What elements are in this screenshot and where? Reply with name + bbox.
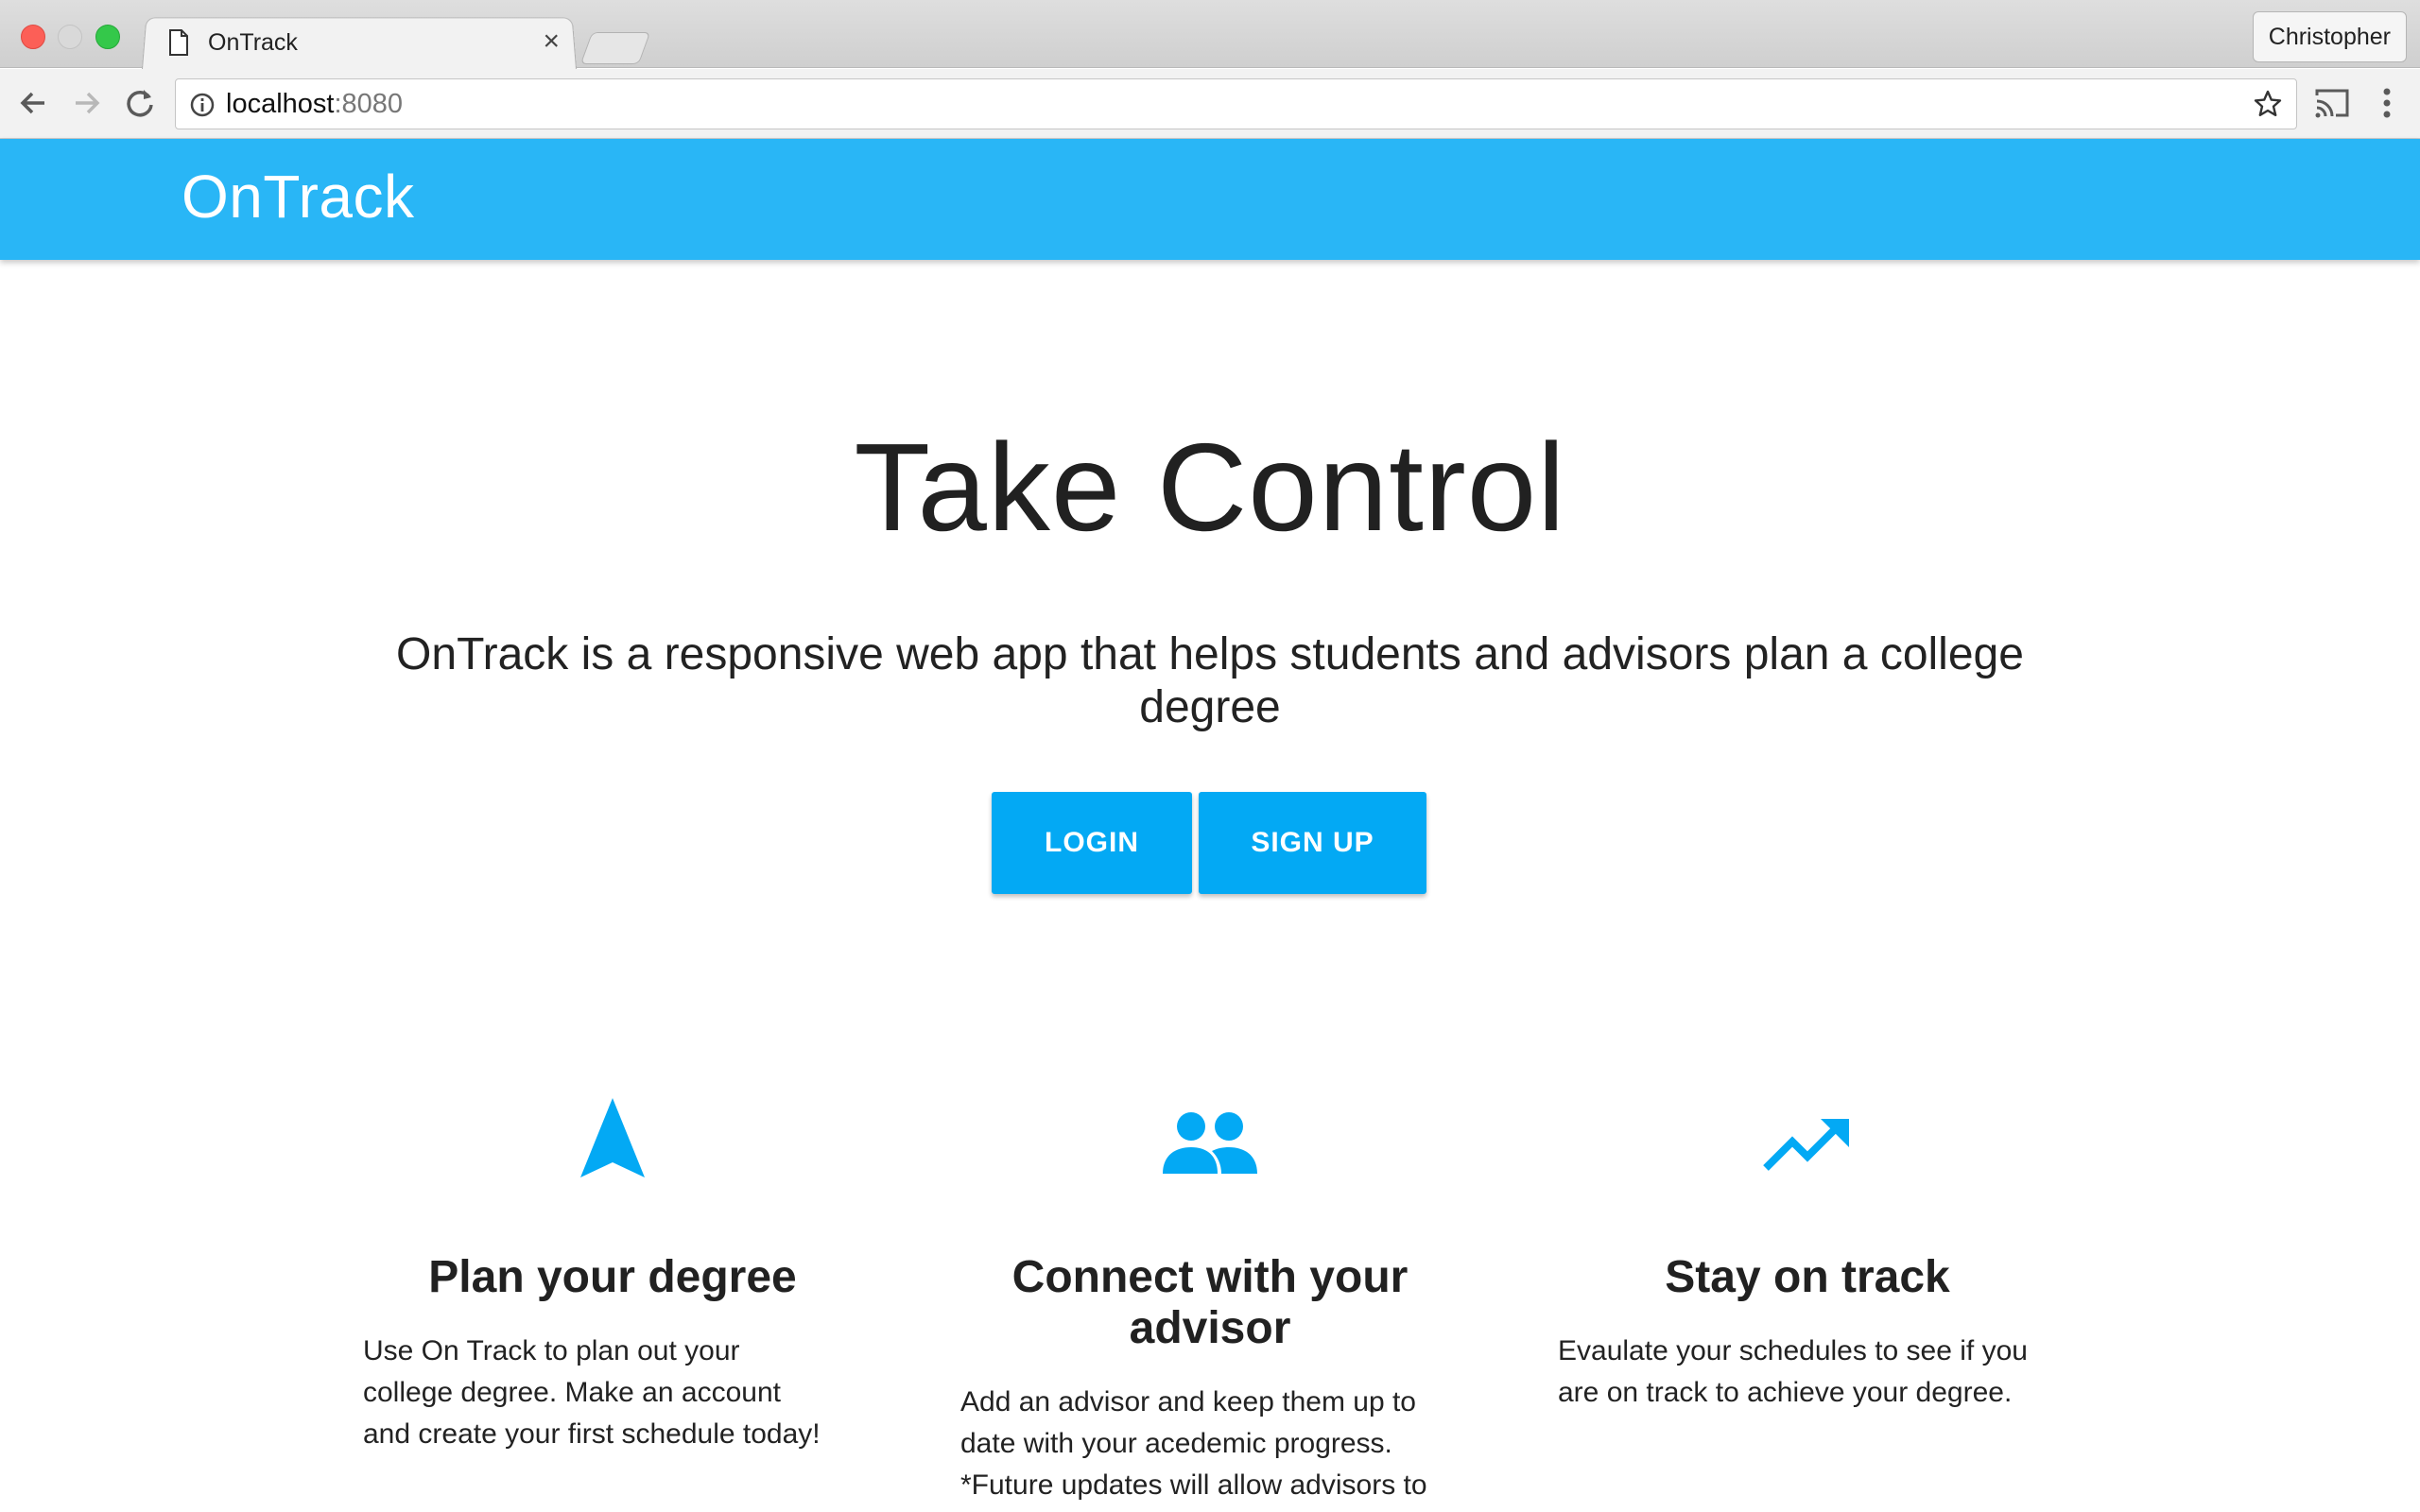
hero-subtitle: OnTrack is a responsive web app that hel… bbox=[378, 628, 2042, 734]
forward-arrow-icon[interactable] bbox=[68, 84, 106, 122]
feature-icon-wrapper bbox=[945, 1096, 1475, 1181]
info-icon[interactable] bbox=[189, 92, 216, 118]
reload-icon[interactable] bbox=[121, 84, 159, 122]
new-tab-button[interactable] bbox=[580, 32, 650, 64]
bookmark-star-icon[interactable] bbox=[2253, 89, 2283, 119]
cast-icon[interactable] bbox=[2313, 86, 2351, 120]
address-bar[interactable]: localhost:8080 bbox=[175, 78, 2297, 129]
window-maximize-button[interactable] bbox=[95, 25, 120, 49]
feature-title: Stay on track bbox=[1543, 1252, 2072, 1303]
tab-title: OnTrack bbox=[208, 29, 298, 57]
feature-icon-wrapper bbox=[1543, 1096, 2072, 1181]
login-button[interactable]: LOGIN bbox=[992, 792, 1192, 894]
window-close-button[interactable] bbox=[21, 25, 45, 49]
feature-title: Plan your degree bbox=[348, 1252, 877, 1303]
navigation-arrow-icon bbox=[579, 1096, 647, 1179]
hero-title: Take Control bbox=[0, 416, 2420, 558]
url-text: localhost:8080 bbox=[226, 89, 403, 120]
feature-description: Add an advisor and keep them up to date … bbox=[960, 1382, 1433, 1506]
feature-description: Use On Track to plan out your college de… bbox=[363, 1331, 836, 1455]
feature-description: Evaulate your schedules to see if you ar… bbox=[1558, 1331, 2031, 1414]
people-icon bbox=[1161, 1109, 1259, 1185]
url-host: localhost bbox=[226, 89, 334, 119]
app-header: OnTrack bbox=[0, 139, 2420, 260]
profile-button[interactable]: Christopher bbox=[2253, 11, 2407, 62]
kebab-menu-icon[interactable] bbox=[2373, 84, 2401, 122]
feature-icon-wrapper bbox=[348, 1096, 877, 1181]
trending-up-icon bbox=[1762, 1115, 1853, 1176]
brand-logo-link[interactable]: OnTrack bbox=[182, 162, 415, 232]
signup-button[interactable]: SIGN UP bbox=[1199, 792, 1426, 894]
browser-titlebar: OnTrack × Christopher bbox=[0, 0, 2420, 68]
feature-title: Connect with your advisor bbox=[945, 1252, 1475, 1354]
tab-close-icon[interactable]: × bbox=[543, 26, 560, 58]
back-arrow-icon[interactable] bbox=[14, 84, 52, 122]
browser-tab[interactable]: OnTrack × bbox=[142, 16, 577, 69]
window-minimize-button[interactable] bbox=[58, 25, 82, 49]
url-port: :8080 bbox=[334, 89, 403, 119]
document-icon bbox=[168, 29, 189, 56]
browser-toolbar: localhost:8080 bbox=[0, 69, 2420, 139]
